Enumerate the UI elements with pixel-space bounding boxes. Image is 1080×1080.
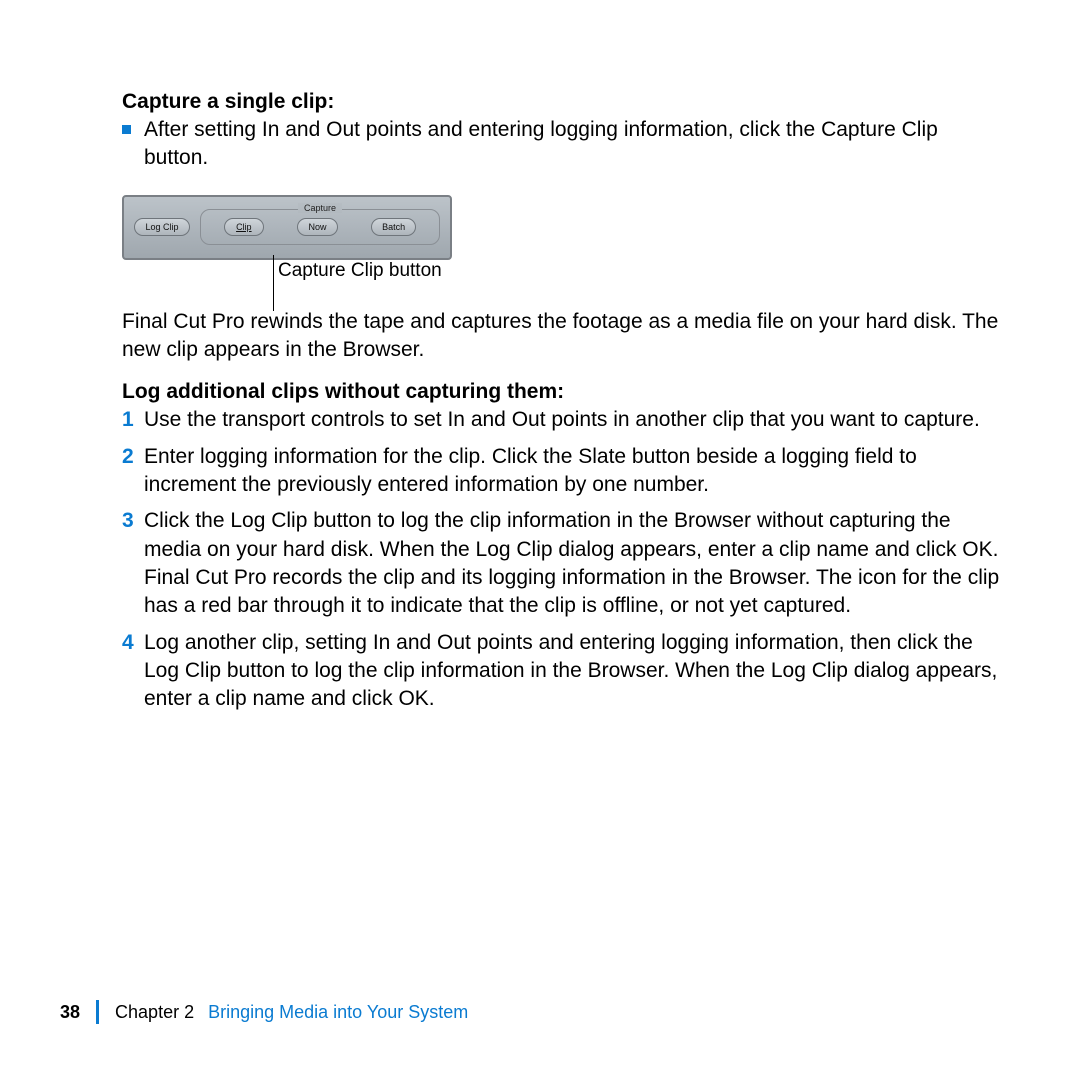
bullet-text: After setting In and Out points and ente… (144, 116, 1000, 173)
clip-button[interactable]: Clip (224, 218, 264, 236)
list-number: 4 (122, 629, 144, 657)
list-item: 1 Use the transport controls to set In a… (122, 406, 1000, 434)
square-bullet-icon (122, 125, 131, 134)
heading-capture-single: Capture a single clip: (122, 90, 1000, 114)
chapter-title: Bringing Media into Your System (208, 1002, 468, 1023)
bullet-item: After setting In and Out points and ente… (122, 116, 1000, 173)
capture-fieldset: Capture Clip Now Batch (200, 209, 440, 245)
now-button[interactable]: Now (297, 218, 337, 236)
footer-divider-icon (96, 1000, 99, 1024)
chapter-label: Chapter 2 (115, 1002, 194, 1023)
callout-label: Capture Clip button (278, 260, 442, 281)
leader-line-icon (273, 255, 274, 311)
page-number: 38 (60, 1002, 80, 1023)
list-text: Use the transport controls to set In and… (144, 406, 1000, 434)
capture-fieldset-label: Capture (298, 203, 342, 213)
page-footer: 38 Chapter 2 Bringing Media into Your Sy… (60, 1000, 468, 1024)
list-item: 4 Log another clip, setting In and Out p… (122, 629, 1000, 714)
list-item: 2 Enter logging information for the clip… (122, 443, 1000, 500)
list-number: 1 (122, 406, 144, 434)
list-text: Log another clip, setting In and Out poi… (144, 629, 1000, 714)
paragraph-after-panel: Final Cut Pro rewinds the tape and captu… (122, 308, 1000, 365)
list-number: 3 (122, 507, 144, 535)
heading-log-additional: Log additional clips without capturing t… (122, 380, 1000, 404)
page-content: Capture a single clip: After setting In … (0, 0, 1080, 1080)
capture-panel-screenshot: Log Clip Capture Clip Now Batch (122, 195, 452, 260)
log-clip-button[interactable]: Log Clip (134, 218, 190, 236)
list-number: 2 (122, 443, 144, 471)
list-text: Click the Log Clip button to log the cli… (144, 507, 1000, 620)
list-text: Enter logging information for the clip. … (144, 443, 1000, 500)
batch-button[interactable]: Batch (371, 218, 416, 236)
list-item: 3 Click the Log Clip button to log the c… (122, 507, 1000, 620)
